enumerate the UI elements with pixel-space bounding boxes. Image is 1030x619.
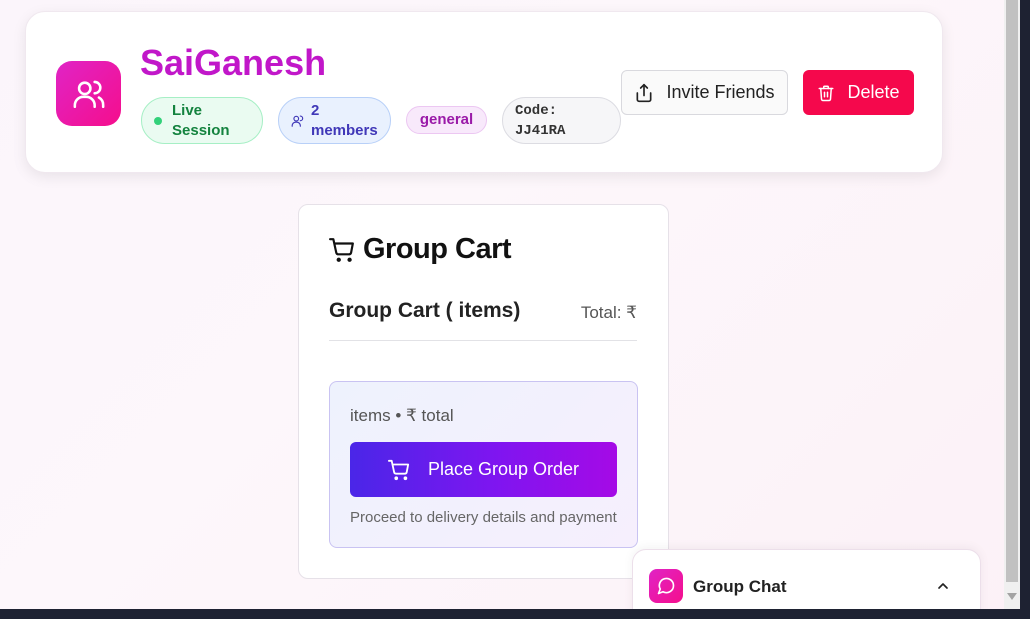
order-summary-text: items • ₹ total — [350, 406, 454, 425]
invite-friends-button[interactable]: Invite Friends — [621, 70, 788, 115]
live-session-label: Live Session — [172, 101, 230, 139]
order-summary-panel: items • ₹ total Place Group Order Procee… — [329, 381, 638, 548]
divider — [329, 340, 637, 341]
cart-heading-label: Group Cart — [363, 233, 512, 265]
shopping-cart-icon — [387, 459, 410, 480]
invite-friends-label: Invite Friends — [666, 82, 775, 102]
users-icon — [73, 80, 104, 108]
scroll-down-arrow-icon[interactable] — [1007, 591, 1017, 603]
live-session-badge: Live Session — [141, 97, 263, 144]
group-cart-card: Group Cart Group Cart ( items) Total: ₹ … — [298, 204, 669, 579]
place-group-order-label: Place Group Order — [427, 459, 580, 479]
category-badge: general — [406, 106, 487, 134]
scrollbar-thumb[interactable] — [1006, 0, 1018, 582]
members-count-label: 2 members — [311, 101, 378, 139]
shopping-cart-icon — [329, 237, 354, 262]
session-code-label: Code: JJ41RA — [515, 102, 566, 139]
chat-avatar — [649, 569, 683, 603]
members-badge: 2 members — [278, 97, 391, 144]
order-note: Proceed to delivery details and payment — [350, 509, 617, 526]
vertical-scrollbar[interactable] — [1004, 0, 1020, 609]
group-avatar — [56, 61, 121, 126]
chat-toggle-button[interactable] — [933, 576, 953, 596]
cart-total: Total: ₹ — [580, 303, 637, 322]
share-icon — [636, 83, 652, 102]
cart-heading: Group Cart — [329, 233, 512, 266]
window-edge — [1020, 0, 1030, 619]
chat-bubble-icon — [657, 577, 675, 595]
page: SaiGanesh Live Session 2 members general… — [0, 0, 1004, 609]
window-edge-bottom — [0, 609, 1030, 619]
live-dot-icon — [154, 116, 162, 125]
delete-button[interactable]: Delete — [803, 70, 914, 115]
delete-label: Delete — [847, 82, 900, 102]
group-chat-title: Group Chat — [693, 577, 787, 596]
place-group-order-button[interactable]: Place Group Order — [350, 442, 617, 497]
cart-subheading: Group Cart ( items) — [329, 299, 521, 322]
users-icon — [291, 114, 304, 127]
group-name: SaiGanesh — [140, 42, 327, 83]
trash-icon — [818, 85, 834, 101]
session-code-badge[interactable]: Code: JJ41RA — [502, 97, 621, 144]
chevron-up-icon — [938, 583, 948, 589]
group-header-card: SaiGanesh Live Session 2 members general… — [25, 11, 943, 173]
